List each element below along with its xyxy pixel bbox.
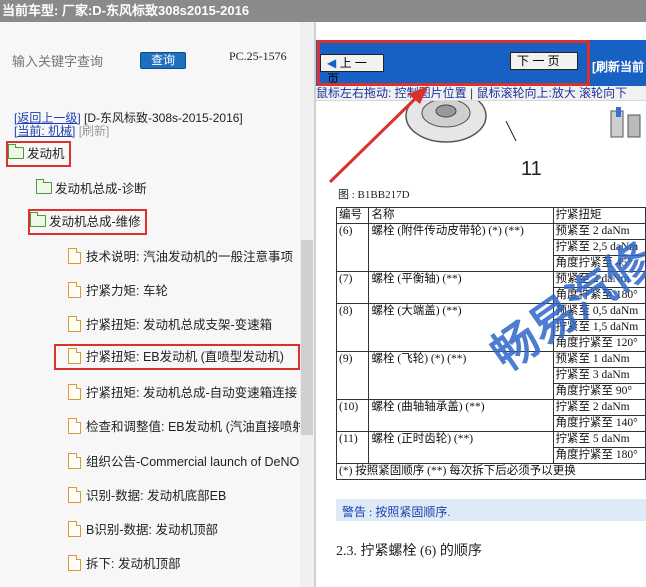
annotation-arrow xyxy=(328,86,428,184)
